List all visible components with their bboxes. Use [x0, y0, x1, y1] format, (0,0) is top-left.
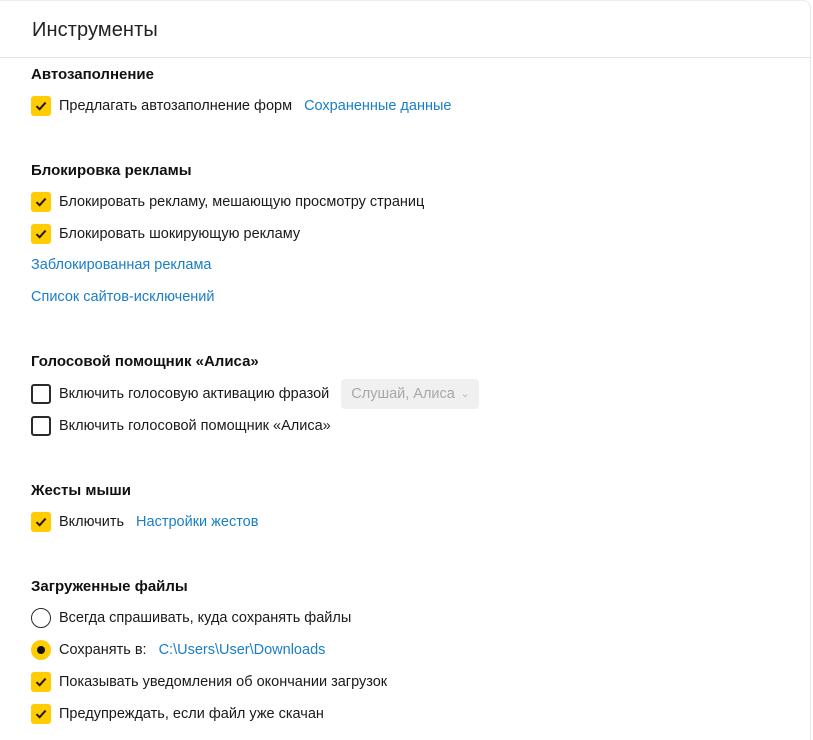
enable-assistant-row: Включить голосовой помощник «Алиса»: [31, 416, 331, 436]
checkmark-icon: [35, 677, 47, 687]
section-title-downloads: Загруженные файлы: [31, 578, 188, 595]
block-intrusive-label: Блокировать рекламу, мешающую просмотру …: [59, 194, 425, 210]
download-folder-link[interactable]: C:\Users\User\Downloads: [159, 642, 326, 658]
block-shocking-checkbox[interactable]: [31, 224, 51, 244]
notify-checkbox[interactable]: [31, 672, 51, 692]
autofill-offer-checkbox[interactable]: [31, 96, 51, 116]
chevron-down-icon: ⌄: [460, 388, 470, 400]
enable-assistant-checkbox[interactable]: [31, 416, 51, 436]
gestures-enable-row: Включить Настройки жестов: [31, 512, 258, 532]
checkmark-icon: [35, 709, 47, 719]
section-title-adblock: Блокировка рекламы: [31, 162, 192, 179]
phrase-activation-label: Включить голосовую активацию фразой: [59, 386, 330, 402]
section-title-gestures: Жесты мыши: [31, 482, 131, 499]
save-to-label: Сохранять в:: [59, 642, 147, 658]
section-title-alice: Голосовой помощник «Алиса»: [31, 353, 259, 370]
checkmark-icon: [35, 517, 47, 527]
save-to-row: Сохранять в: C:\Users\User\Downloads: [31, 640, 325, 660]
block-intrusive-row: Блокировать рекламу, мешающую просмотру …: [31, 192, 424, 212]
radio-dot: [37, 646, 45, 654]
checkmark-icon: [35, 229, 47, 239]
always-ask-label: Всегда спрашивать, куда сохранять файлы: [59, 610, 352, 626]
autofill-offer-row: Предлагать автозаполнение форм Сохраненн…: [31, 96, 451, 116]
notify-label: Показывать уведомления об окончании загр…: [59, 674, 388, 690]
enable-assistant-label: Включить голосовой помощник «Алиса»: [59, 418, 331, 434]
block-shocking-label: Блокировать шокирующую рекламу: [59, 226, 301, 242]
exceptions-list-link[interactable]: Список сайтов-исключений: [31, 289, 214, 305]
saved-data-link[interactable]: Сохраненные данные: [304, 98, 451, 114]
section-title-autofill: Автозаполнение: [31, 66, 154, 83]
checkmark-icon: [35, 101, 47, 111]
checkmark-icon: [35, 197, 47, 207]
notify-row: Показывать уведомления об окончании загр…: [31, 672, 387, 692]
warn-checkbox[interactable]: [31, 704, 51, 724]
block-intrusive-checkbox[interactable]: [31, 192, 51, 212]
gestures-enable-checkbox[interactable]: [31, 512, 51, 532]
page-title: Инструменты: [32, 19, 158, 41]
phrase-activation-checkbox[interactable]: [31, 384, 51, 404]
gestures-enable-label: Включить: [59, 514, 125, 530]
always-ask-radio[interactable]: [31, 608, 51, 628]
warn-row: Предупреждать, если файл уже скачан: [31, 704, 324, 724]
activation-phrase-value: Слушай, Алиса: [351, 386, 455, 402]
settings-panel: Инструменты Автозаполнение Предлагать ав…: [0, 0, 811, 740]
warn-label: Предупреждать, если файл уже скачан: [59, 706, 324, 722]
autofill-offer-label: Предлагать автозаполнение форм: [59, 98, 293, 114]
phrase-activation-row: Включить голосовую активацию фразой Слуш…: [31, 379, 480, 409]
block-shocking-row: Блокировать шокирующую рекламу: [31, 224, 300, 244]
activation-phrase-select[interactable]: Слушай, Алиса ⌄: [341, 379, 480, 409]
gesture-settings-link[interactable]: Настройки жестов: [136, 514, 258, 530]
header: Инструменты: [0, 1, 811, 58]
save-to-radio[interactable]: [31, 640, 51, 660]
blocked-ads-link[interactable]: Заблокированная реклама: [31, 257, 212, 273]
always-ask-row: Всегда спрашивать, куда сохранять файлы: [31, 608, 351, 628]
